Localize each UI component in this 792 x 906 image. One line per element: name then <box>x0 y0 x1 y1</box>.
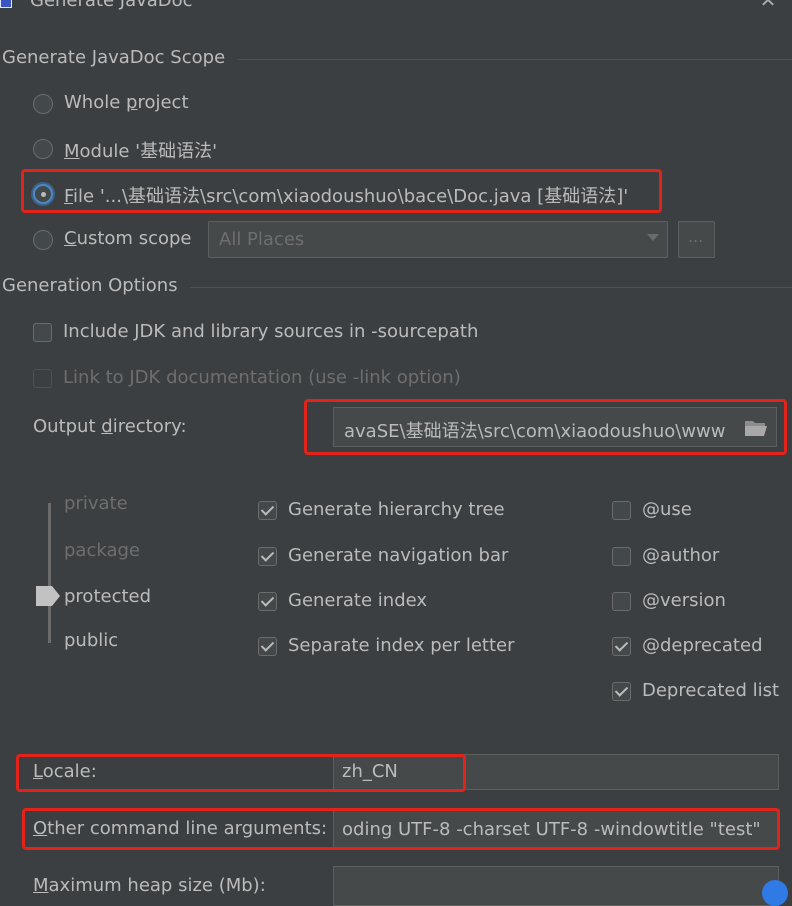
close-icon[interactable]: ✕ <box>758 0 778 10</box>
output-directory-value: avaSE\基础语法\src\com\xiaodoushuo\www <box>344 421 726 442</box>
visibility-protected[interactable]: protected <box>64 586 151 607</box>
deprecated-list-label[interactable]: Deprecated list <box>642 680 779 701</box>
options-section-title: Generation Options <box>2 275 178 296</box>
deprecated-list-checkbox[interactable] <box>612 682 631 701</box>
radio-module[interactable] <box>33 139 53 159</box>
locale-label: Locale: <box>33 761 97 782</box>
navigation-bar-label[interactable]: Generate navigation bar <box>288 545 508 566</box>
separate-index-label[interactable]: Separate index per letter <box>288 635 515 656</box>
floating-assistant-icon[interactable] <box>762 880 788 906</box>
tag-use-label[interactable]: @use <box>642 499 692 520</box>
link-jdk-checkbox[interactable] <box>33 369 52 388</box>
tag-deprecated-checkbox[interactable] <box>612 637 631 656</box>
include-jdk-checkbox[interactable] <box>33 323 52 342</box>
window-title: Generate JavaDoc <box>30 0 193 11</box>
radio-file[interactable] <box>33 184 53 204</box>
output-directory-field[interactable]: avaSE\基础语法\src\com\xiaodoushuo\www <box>333 407 777 447</box>
generate-index-checkbox[interactable] <box>258 592 277 611</box>
browse-scope-label: ... <box>688 227 704 246</box>
tag-version-label[interactable]: @version <box>642 590 726 611</box>
visibility-private[interactable]: private <box>64 493 128 514</box>
options-separator <box>190 287 792 288</box>
browse-scope-button[interactable]: ... <box>678 221 715 258</box>
scope-section-title: Generate JavaDoc Scope <box>2 47 226 68</box>
locale-field[interactable]: zh_CN <box>333 754 779 790</box>
output-directory-label: Output directory: <box>33 416 187 437</box>
separate-index-checkbox[interactable] <box>258 637 277 656</box>
hierarchy-tree-checkbox[interactable] <box>258 501 277 520</box>
radio-custom-scope[interactable] <box>33 230 53 250</box>
tag-version-checkbox[interactable] <box>612 592 631 611</box>
visibility-public[interactable]: public <box>64 630 118 651</box>
tag-deprecated-label[interactable]: @deprecated <box>642 635 763 656</box>
tag-use-checkbox[interactable] <box>612 501 631 520</box>
other-args-value: oding UTF-8 -charset UTF-8 -windowtitle … <box>342 819 761 840</box>
custom-scope-dropdown[interactable]: All Places <box>208 221 668 258</box>
locale-value: zh_CN <box>342 761 398 782</box>
radio-module-label[interactable]: Module '基础语法' <box>64 137 217 163</box>
visibility-package[interactable]: package <box>64 540 140 561</box>
hierarchy-tree-label[interactable]: Generate hierarchy tree <box>288 499 505 520</box>
radio-whole-project[interactable] <box>33 94 53 114</box>
max-heap-label: Maximum heap size (Mb): <box>33 875 266 896</box>
visibility-slider-thumb[interactable] <box>36 586 60 606</box>
radio-file-label[interactable]: File '...\基础语法\src\com\xiaodoushuo\bace\… <box>64 182 628 208</box>
max-heap-field[interactable] <box>333 866 779 906</box>
chevron-down-icon <box>647 234 659 241</box>
navigation-bar-checkbox[interactable] <box>258 547 277 566</box>
tag-author-checkbox[interactable] <box>612 547 631 566</box>
title-bar: Generate JavaDoc ✕ <box>0 0 792 14</box>
link-jdk-label[interactable]: Link to JDK documentation (use -link opt… <box>63 367 461 388</box>
other-args-field[interactable]: oding UTF-8 -charset UTF-8 -windowtitle … <box>333 810 779 848</box>
radio-whole-project-label[interactable]: Whole project <box>64 92 189 113</box>
scope-separator <box>238 59 792 60</box>
generate-index-label[interactable]: Generate index <box>288 590 427 611</box>
visibility-slider-track[interactable] <box>48 503 51 643</box>
tag-author-label[interactable]: @author <box>642 545 719 566</box>
custom-scope-value: All Places <box>219 229 305 250</box>
other-args-label: Other command line arguments: <box>33 818 328 839</box>
include-jdk-label[interactable]: Include JDK and library sources in -sour… <box>63 321 478 342</box>
javadoc-app-icon <box>0 0 12 8</box>
radio-custom-scope-label[interactable]: Custom scope <box>64 228 191 249</box>
folder-icon[interactable] <box>744 419 768 437</box>
